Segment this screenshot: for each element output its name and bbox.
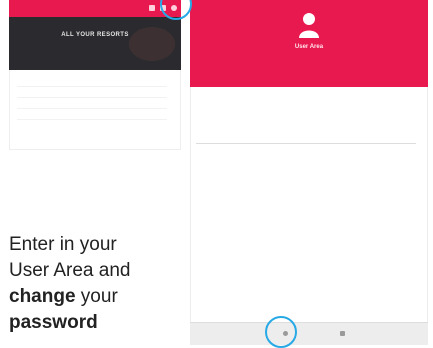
filter-icon[interactable] xyxy=(160,5,166,11)
instruction-line: change your xyxy=(9,284,179,310)
detail-row xyxy=(196,97,428,107)
user-icon[interactable] xyxy=(171,5,177,11)
user-area-icon[interactable] xyxy=(283,331,288,336)
page-title: User Area xyxy=(294,44,324,50)
menu-item[interactable] xyxy=(17,87,167,98)
detail-row xyxy=(196,117,428,127)
detail-row xyxy=(196,151,428,161)
menu-item[interactable] xyxy=(17,76,167,87)
user-area-header: User Area xyxy=(190,0,428,87)
credentials xyxy=(190,144,428,171)
instruction-emphasis: change xyxy=(9,286,76,307)
menu-icon[interactable] xyxy=(340,331,345,336)
bottom-bar xyxy=(190,322,428,345)
instruction-text-part: your xyxy=(75,286,118,307)
user-area-screenshot: User Area xyxy=(190,0,428,345)
side-menu xyxy=(9,70,181,120)
hero-banner: ALL YOUR RESORTS xyxy=(9,17,181,70)
detail-row xyxy=(196,161,428,171)
menu-screenshot: ALL YOUR RESORTS xyxy=(9,0,181,150)
instruction-line: User Area and xyxy=(9,260,131,281)
detail-row xyxy=(196,107,428,117)
instruction-text: Enter in your User Area and change your … xyxy=(9,232,179,336)
hero-title: ALL YOUR RESORTS xyxy=(61,32,129,38)
instruction-line: password xyxy=(9,310,179,336)
change-password-input[interactable] xyxy=(196,134,416,144)
menu-item[interactable] xyxy=(17,109,167,120)
search-icon[interactable] xyxy=(149,5,155,11)
instruction-line: Enter in your xyxy=(9,234,117,255)
top-app-bar xyxy=(9,0,181,17)
user-avatar-icon xyxy=(299,13,319,38)
instruction-emphasis: password xyxy=(9,312,98,333)
user-details xyxy=(190,87,428,127)
menu-item[interactable] xyxy=(17,98,167,109)
